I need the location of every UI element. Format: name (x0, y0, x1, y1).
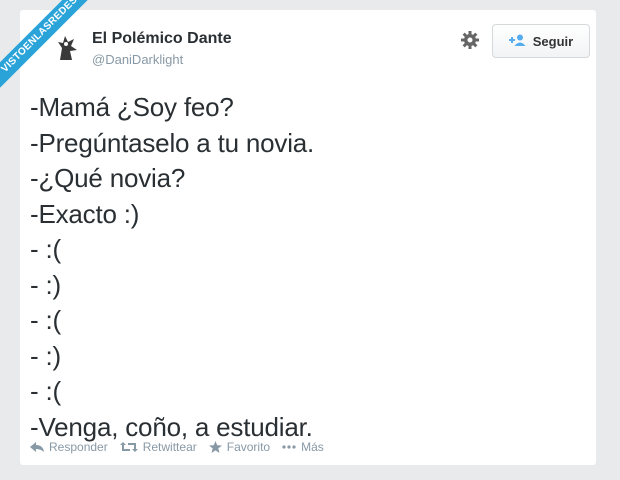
reply-button[interactable]: Responder (30, 440, 108, 454)
reply-label: Responder (49, 440, 108, 454)
author-name[interactable]: El Polémico Dante (92, 30, 232, 48)
favorite-button[interactable]: Favorito (208, 440, 271, 454)
tweet-line: - :( (30, 234, 61, 264)
tweet-line: -Mamá ¿Soy feo? (30, 92, 234, 122)
tweet-line: - :) (30, 269, 61, 300)
follow-button-label: Seguir (532, 33, 574, 49)
gear-icon[interactable] (460, 30, 480, 50)
reply-icon (30, 441, 44, 453)
retweet-button[interactable]: Retwittear (119, 440, 197, 454)
corner-ribbon: VISTOENLASREDES (0, 0, 95, 95)
tweet-line: -Exacto :) (30, 198, 140, 229)
add-user-icon (508, 34, 527, 49)
tweet-text: -Mamá ¿Soy feo? -Pregúntaselo a tu novia… (30, 90, 314, 445)
tweet-line: - :) (30, 340, 61, 371)
retweet-label: Retwittear (142, 440, 197, 454)
more-label: Más (301, 440, 324, 454)
ribbon-label: VISTOENLASREDES (0, 0, 95, 95)
star-icon (208, 441, 222, 453)
more-icon (282, 445, 296, 449)
tweet-line: -Pregúntaselo a tu novia. (30, 127, 315, 158)
retweet-icon (119, 441, 138, 453)
follow-button[interactable]: Seguir (492, 24, 590, 58)
tweet-line: - :( (30, 376, 61, 406)
tweet-line: - :( (30, 305, 61, 335)
favorite-label: Favorito (226, 440, 271, 454)
more-button[interactable]: Más (282, 440, 324, 454)
tweet-actions: Responder Retwittear Favorito Más (30, 440, 336, 454)
author-handle[interactable]: @DaniDarklight (92, 52, 183, 67)
tweet-line: -¿Qué novia? (30, 163, 186, 193)
